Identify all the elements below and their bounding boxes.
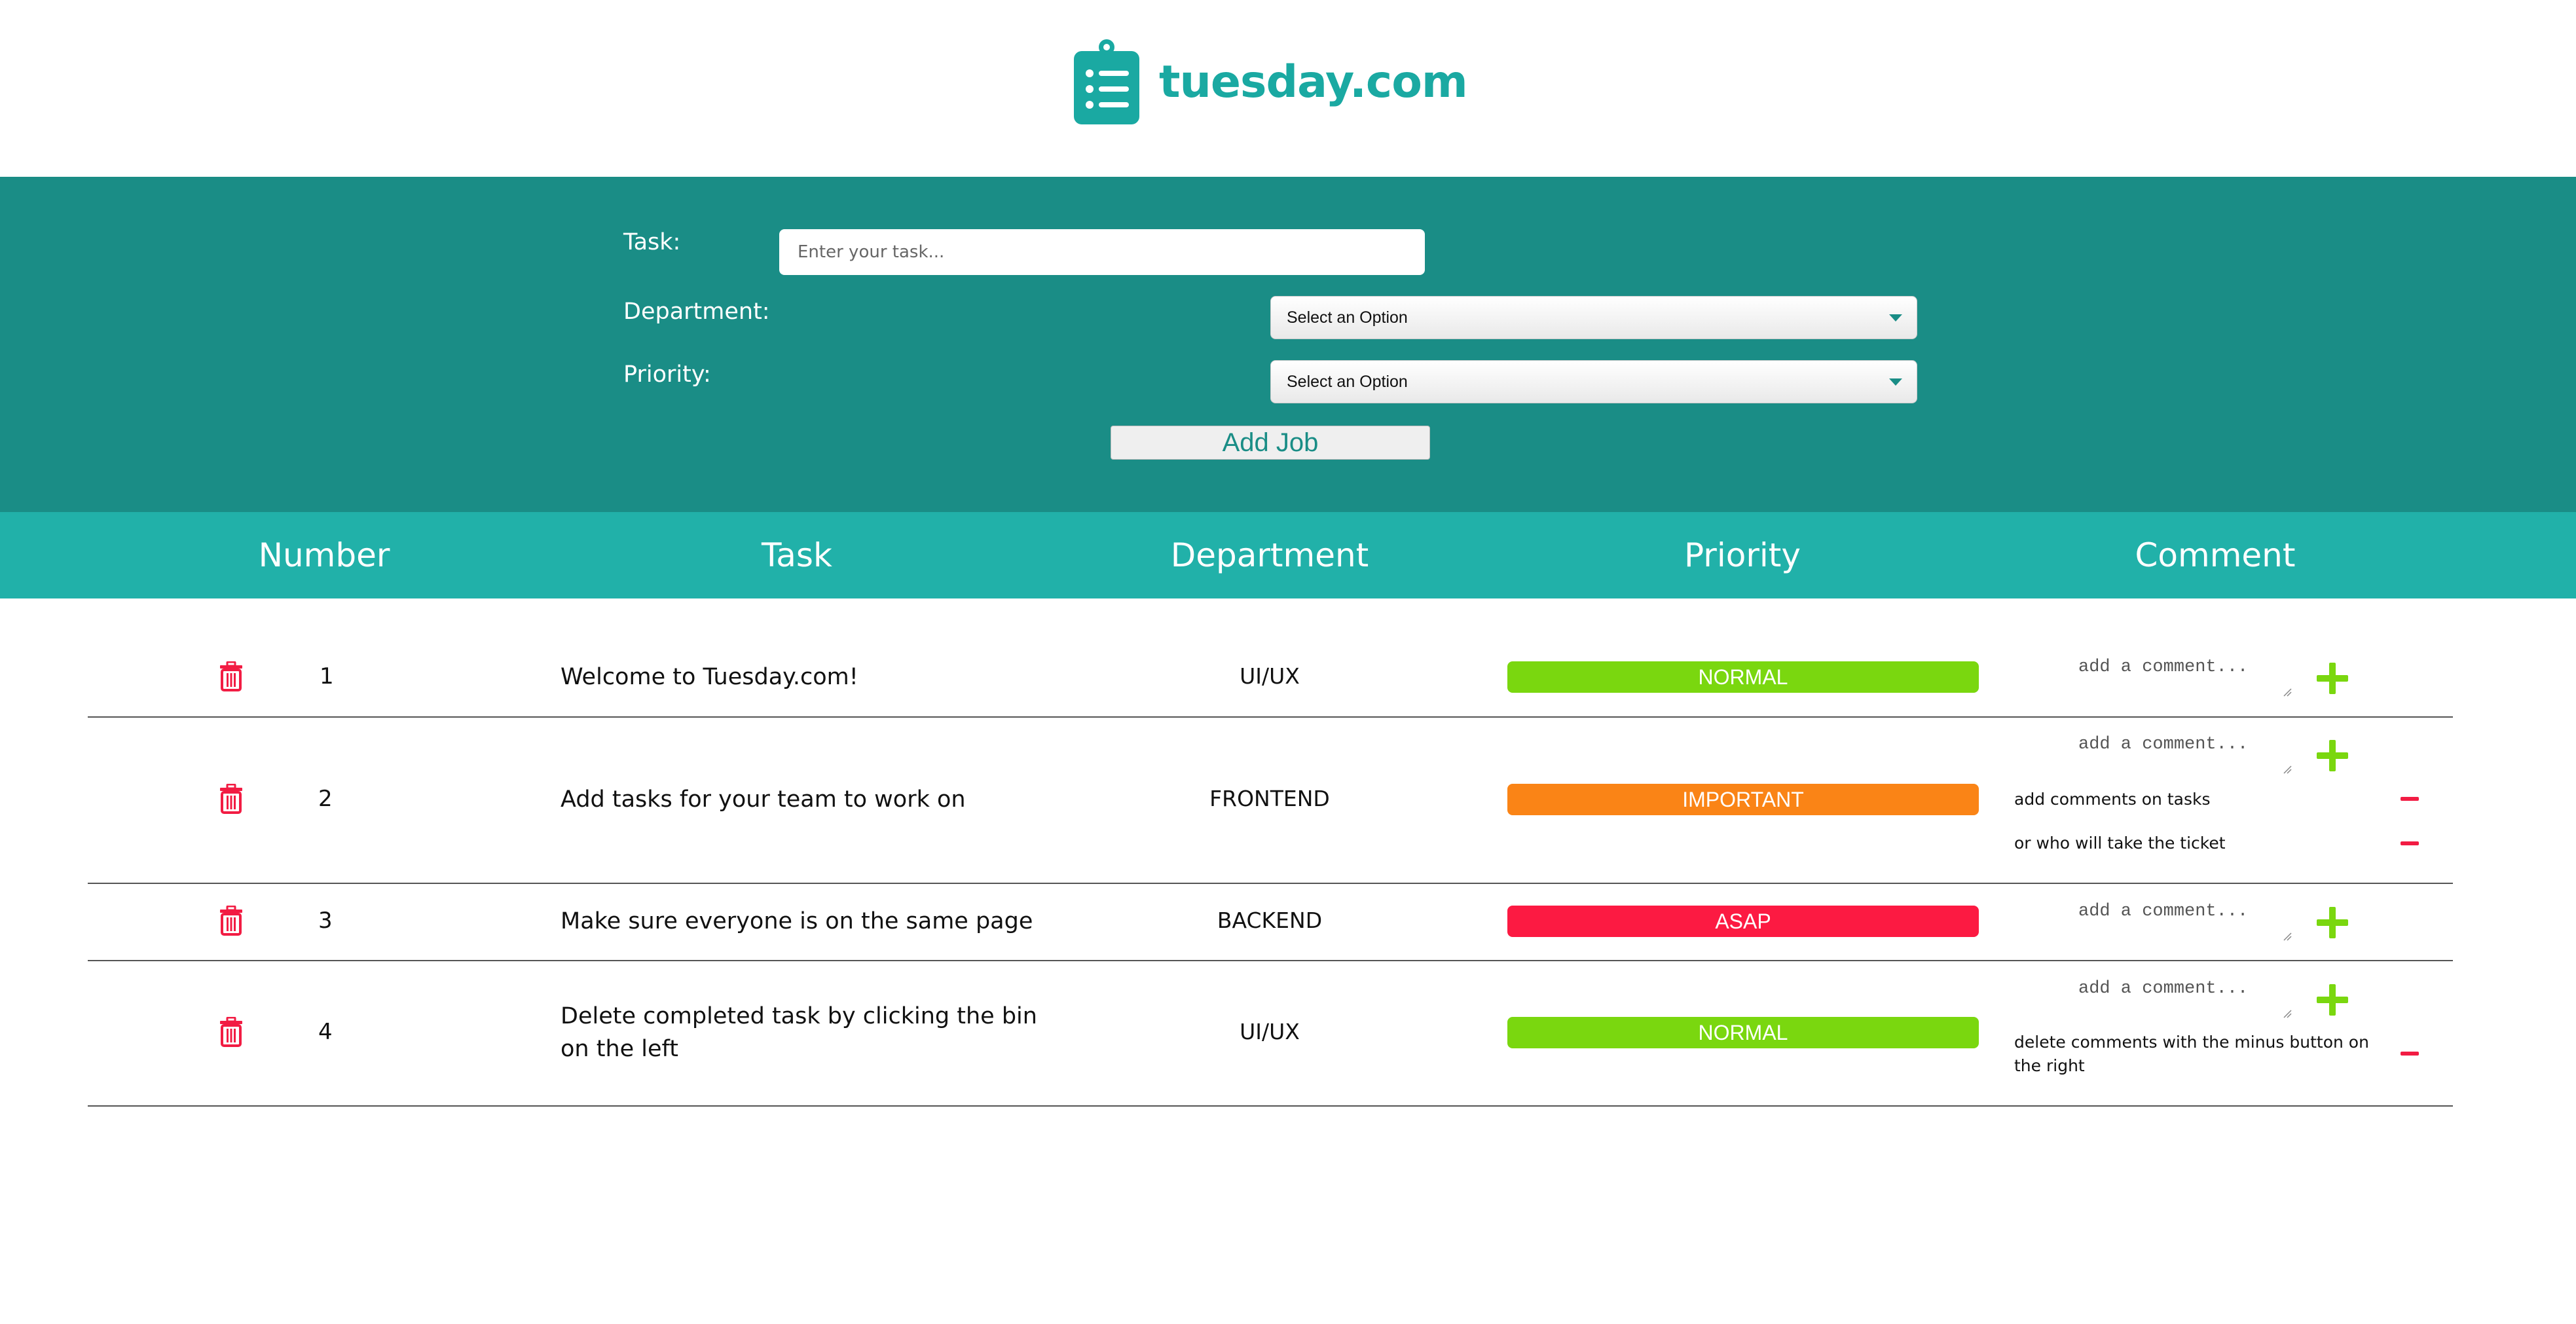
comment-input-placeholder: add a comment... <box>2078 979 2249 999</box>
add-task-form: Task: Department: Select an Option Prior… <box>0 177 2576 512</box>
add-comment-plus-icon[interactable] <box>2315 983 2349 1017</box>
row-number: 1 <box>320 663 334 690</box>
priority-select[interactable]: Select an Option <box>1270 360 1917 403</box>
row-department: BACKEND <box>1217 908 1323 933</box>
comment-input-placeholder: add a comment... <box>2078 657 2249 677</box>
comment-item: or who will take the ticket <box>2014 834 2226 853</box>
row-number: 3 <box>318 908 333 934</box>
department-label: Department: <box>623 299 770 325</box>
row-divider <box>88 883 2453 884</box>
trash-icon[interactable] <box>219 1017 244 1047</box>
row-number: 2 <box>318 786 333 812</box>
trash-icon[interactable] <box>219 661 244 691</box>
department-select[interactable]: Select an Option <box>1270 296 1917 339</box>
row-department: UI/UX <box>1240 663 1300 689</box>
comment-input-placeholder: add a comment... <box>2078 902 2249 921</box>
resize-grip-icon[interactable] <box>2283 932 2292 941</box>
trash-icon[interactable] <box>219 784 244 814</box>
row-task: Welcome to Tuesday.com! <box>561 664 858 690</box>
task-label: Task: <box>623 229 681 255</box>
chevron-down-icon <box>1889 378 1902 386</box>
add-comment-plus-icon[interactable] <box>2315 906 2349 940</box>
brand[interactable]: tuesday.com <box>1074 39 1468 124</box>
chevron-down-icon <box>1889 314 1902 322</box>
row-task: Add tasks for your team to work on <box>561 786 966 813</box>
column-header-department: Department <box>1170 536 1369 574</box>
remove-comment-minus-icon[interactable] <box>2401 1052 2419 1056</box>
task-input[interactable] <box>779 229 1425 275</box>
column-header-priority: Priority <box>1684 536 1801 574</box>
department-select-value: Select an Option <box>1287 308 1408 327</box>
comment-input-placeholder: add a comment... <box>2078 735 2249 754</box>
resize-grip-icon[interactable] <box>2283 1009 2292 1018</box>
row-divider <box>88 960 2453 961</box>
remove-comment-minus-icon[interactable] <box>2401 841 2419 845</box>
priority-badge: NORMAL <box>1507 1017 1979 1048</box>
row-divider <box>88 1105 2453 1107</box>
priority-badge: IMPORTANT <box>1507 784 1979 815</box>
add-comment-plus-icon[interactable] <box>2315 739 2349 773</box>
priority-badge: NORMAL <box>1507 661 1979 693</box>
priority-badge: ASAP <box>1507 906 1979 937</box>
column-header-comment: Comment <box>2135 536 2296 574</box>
trash-icon[interactable] <box>219 906 244 936</box>
row-department: UI/UX <box>1240 1019 1300 1044</box>
comment-item: delete comments with the minus button on… <box>2014 1033 2369 1075</box>
add-job-button[interactable]: Add Job <box>1111 426 1430 460</box>
comment-item: add comments on tasks <box>2014 790 2211 809</box>
clipboard-list-icon <box>1074 39 1139 124</box>
row-task: Delete completed task by clicking the bi… <box>561 1003 1037 1062</box>
row-divider <box>88 716 2453 718</box>
comment-input[interactable]: add a comment... <box>2065 729 2293 775</box>
priority-select-value: Select an Option <box>1287 372 1408 391</box>
page-header: tuesday.com <box>0 0 2576 177</box>
brand-name: tuesday.com <box>1159 56 1468 108</box>
add-comment-plus-icon[interactable] <box>2315 661 2349 695</box>
resize-grip-icon[interactable] <box>2283 765 2292 774</box>
row-task: Make sure everyone is on the same page <box>561 908 1033 934</box>
comment-input[interactable]: add a comment... <box>2065 896 2293 942</box>
row-number: 4 <box>318 1019 333 1045</box>
comment-input[interactable]: add a comment... <box>2065 652 2293 698</box>
comment-input[interactable]: add a comment... <box>2065 974 2293 1020</box>
remove-comment-minus-icon[interactable] <box>2401 797 2419 801</box>
table-header: Number Task Department Priority Comment <box>0 512 2576 598</box>
row-department: FRONTEND <box>1209 786 1330 811</box>
resize-grip-icon[interactable] <box>2283 688 2292 697</box>
priority-label: Priority: <box>623 361 711 388</box>
column-header-number: Number <box>258 536 390 574</box>
column-header-task: Task <box>762 536 832 574</box>
